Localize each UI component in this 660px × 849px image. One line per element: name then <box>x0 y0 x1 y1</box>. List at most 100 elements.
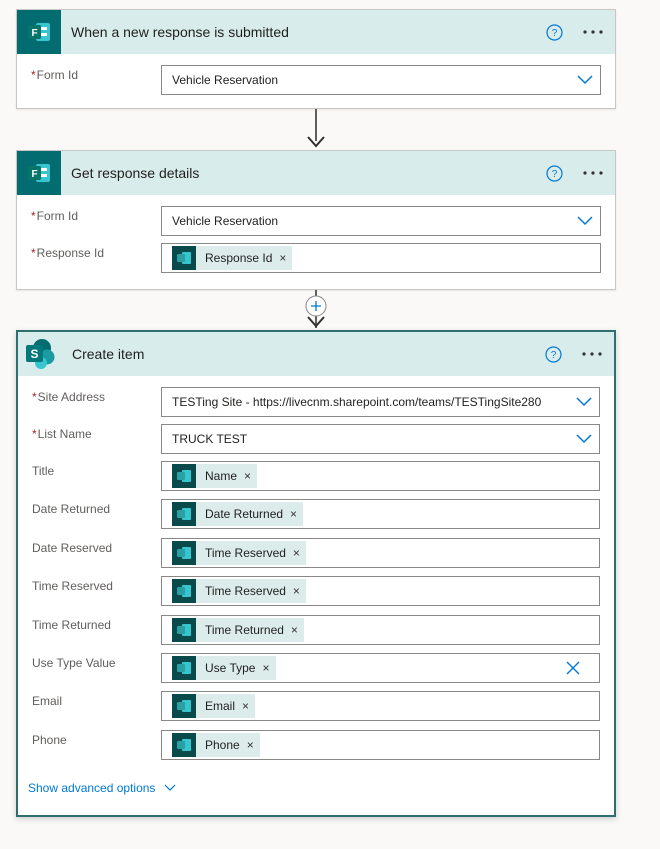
response-id-label: *Response Id <box>31 246 105 260</box>
show-advanced-options-link[interactable]: Show advanced options <box>28 781 176 795</box>
list-name-dropdown[interactable]: TRUCK TEST <box>161 424 600 454</box>
field-label: Phone <box>32 733 67 747</box>
token-remove-icon[interactable]: × <box>262 661 269 675</box>
time-returned-input[interactable]: Time Returned × <box>161 615 600 645</box>
form-id-value: Vehicle Reservation <box>172 214 279 228</box>
get-response-card-header[interactable]: F Get response details ? <box>17 151 615 195</box>
svg-text:F: F <box>31 169 37 180</box>
field-row-date-reserved: Date Reserved Time Reserved × <box>18 538 614 568</box>
token-remove-icon[interactable]: × <box>291 623 298 637</box>
advanced-options-label: Show advanced options <box>28 781 156 795</box>
arrow-down-icon <box>307 136 325 148</box>
form-id-value: Vehicle Reservation <box>172 73 279 87</box>
field-label: Date Reserved <box>32 541 113 555</box>
title-input[interactable]: Name × <box>161 461 600 491</box>
response-id-row: *Response Id Response Id × <box>17 243 615 273</box>
token-label: Response Id <box>205 251 273 265</box>
card-title: Get response details <box>71 165 200 181</box>
token-label: Phone <box>205 738 240 752</box>
form-id-dropdown[interactable]: Vehicle Reservation <box>161 206 601 236</box>
site-address-dropdown[interactable]: TESTing Site - https://livecnm.sharepoin… <box>161 387 600 417</box>
dynamic-token[interactable]: Date Returned × <box>172 502 304 526</box>
dynamic-token[interactable]: Use Type × <box>172 656 276 680</box>
create-item-card[interactable]: S Create item ? *Site Address TESTing Si… <box>16 330 616 817</box>
time-reserved-input[interactable]: Time Reserved × <box>161 576 600 606</box>
svg-text:?: ? <box>552 28 558 39</box>
create-item-card-header[interactable]: S Create item ? <box>18 332 614 376</box>
token-label: Time Reserved <box>205 584 286 598</box>
site-address-value: TESTing Site - https://livecnm.sharepoin… <box>172 395 542 409</box>
card-title: When a new response is submitted <box>71 24 289 40</box>
token-label: Use Type <box>205 661 256 675</box>
field-label: Use Type Value <box>32 656 116 670</box>
token-label: Date Returned <box>205 507 284 521</box>
help-icon[interactable]: ? <box>546 164 563 182</box>
field-row-date-returned: Date Returned Date Returned × <box>18 499 614 529</box>
token-remove-icon[interactable]: × <box>247 738 254 752</box>
token-remove-icon[interactable]: × <box>293 584 300 598</box>
field-label: Title <box>32 464 55 478</box>
dynamic-token[interactable]: Response Id × <box>172 246 293 270</box>
chevron-down-icon[interactable] <box>570 66 600 94</box>
forms-icon: F <box>17 10 61 54</box>
token-remove-icon[interactable]: × <box>290 507 297 521</box>
get-response-card[interactable]: F Get response details ? *Form Id Vehicl… <box>16 150 616 290</box>
token-label: Time Returned <box>205 623 284 637</box>
field-label: Time Reserved <box>32 579 113 593</box>
token-label: Name <box>205 469 238 483</box>
more-options-icon[interactable] <box>580 344 604 364</box>
field-label: Time Returned <box>32 618 111 632</box>
trigger-card-header[interactable]: F When a new response is submitted ? <box>17 10 615 54</box>
more-options-icon[interactable] <box>581 22 605 42</box>
dynamic-token[interactable]: Name × <box>172 464 258 488</box>
site-address-label: *Site Address <box>32 390 106 404</box>
forms-token-icon <box>172 694 196 718</box>
clear-icon[interactable] <box>565 660 581 676</box>
form-id-label: *Form Id <box>31 209 79 223</box>
dynamic-token[interactable]: Time Reserved × <box>172 579 306 603</box>
date-reserved-input[interactable]: Time Reserved × <box>161 538 600 568</box>
token-remove-icon[interactable]: × <box>242 699 249 713</box>
svg-text:?: ? <box>552 169 558 180</box>
field-row-time-returned: Time Returned Time Returned × <box>18 615 614 645</box>
dynamic-token[interactable]: Time Returned × <box>172 618 304 642</box>
form-id-label: *Form Id <box>31 68 79 82</box>
svg-text:?: ? <box>551 350 557 361</box>
date-returned-input[interactable]: Date Returned × <box>161 499 600 529</box>
forms-token-icon <box>172 541 196 565</box>
chevron-down-icon <box>165 784 176 791</box>
trigger-card[interactable]: F When a new response is submitted ? *Fo… <box>16 9 616 109</box>
token-remove-icon[interactable]: × <box>279 251 286 265</box>
dynamic-token[interactable]: Phone × <box>172 733 260 757</box>
field-row-email: Email Email × <box>18 691 614 721</box>
email-input[interactable]: Email × <box>161 691 600 721</box>
form-id-dropdown[interactable]: Vehicle Reservation <box>161 65 601 95</box>
chevron-down-icon[interactable] <box>569 388 599 416</box>
token-remove-icon[interactable]: × <box>244 469 251 483</box>
use-type-input[interactable]: Use Type × <box>161 653 600 683</box>
field-row-time-reserved: Time Reserved Time Reserved × <box>18 576 614 606</box>
response-id-input[interactable]: Response Id × <box>161 243 601 273</box>
forms-token-icon <box>172 618 196 642</box>
arrow-down-icon <box>307 316 325 328</box>
forms-icon: F <box>17 151 61 195</box>
forms-token-icon <box>172 579 196 603</box>
forms-token-icon <box>172 502 196 526</box>
phone-input[interactable]: Phone × <box>161 730 600 760</box>
help-icon[interactable]: ? <box>545 345 562 363</box>
help-icon[interactable]: ? <box>546 23 563 41</box>
forms-token-icon <box>172 733 196 757</box>
field-label: Date Returned <box>32 502 111 516</box>
more-options-icon[interactable] <box>581 163 605 183</box>
chevron-down-icon[interactable] <box>570 207 600 235</box>
dynamic-token[interactable]: Time Reserved × <box>172 541 306 565</box>
field-row-phone: Phone Phone × <box>18 730 614 760</box>
list-name-value: TRUCK TEST <box>172 432 248 446</box>
form-id-row: *Form Id Vehicle Reservation <box>17 206 615 236</box>
token-remove-icon[interactable]: × <box>293 546 300 560</box>
dynamic-token[interactable]: Email × <box>172 694 256 718</box>
svg-text:S: S <box>30 347 38 361</box>
form-id-row: *Form Id Vehicle Reservation <box>17 65 615 95</box>
site-address-row: *Site Address TESTing Site - https://liv… <box>18 387 614 417</box>
chevron-down-icon[interactable] <box>569 425 599 453</box>
